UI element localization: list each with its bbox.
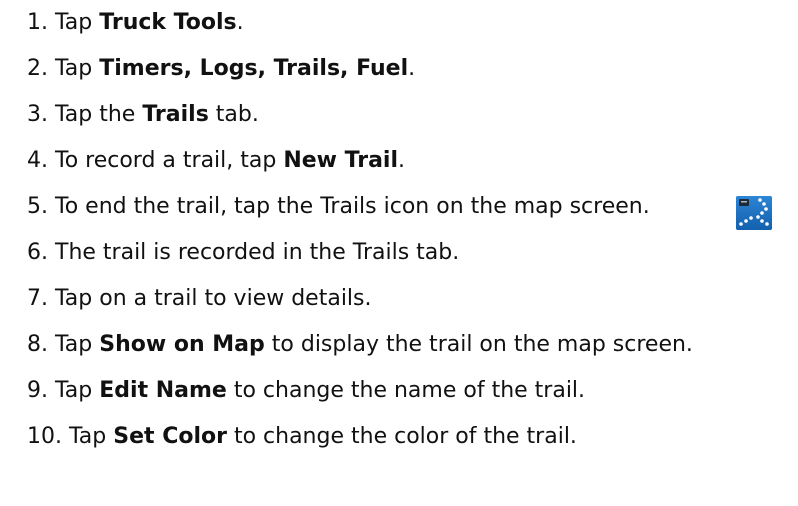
step-keyword-timers-logs-trails-fuel: Timers, Logs, Trails, Fuel xyxy=(99,56,409,81)
step-number: 10. xyxy=(27,424,62,449)
step-3: 3. Tap the Trails tab. xyxy=(27,92,259,138)
instruction-page: { "steps": [ {"num": "1.", "parts": [{"t… xyxy=(0,0,798,506)
step-number: 8. xyxy=(27,332,48,357)
step-9: 9. Tap Edit Name to change the name of t… xyxy=(27,368,585,414)
step-number: 3. xyxy=(27,102,48,127)
step-text: . xyxy=(398,148,406,173)
step-text: To record a trail, tap xyxy=(55,148,284,173)
step-text: . xyxy=(408,56,416,81)
step-number: 7. xyxy=(27,286,48,311)
step-text: Tap xyxy=(55,332,100,357)
trails-icon xyxy=(736,196,772,230)
trails-icon-graphic xyxy=(736,196,772,230)
step-number: 4. xyxy=(27,148,48,173)
step-text: Tap xyxy=(55,56,100,81)
step-text: Tap on a trail to view details. xyxy=(55,286,372,311)
step-text: Tap the xyxy=(55,102,143,127)
step-number: 5. xyxy=(27,194,48,219)
step-text: . xyxy=(236,10,244,35)
step-keyword-show-on-map: Show on Map xyxy=(99,332,265,357)
step-7: 7. Tap on a trail to view details. xyxy=(27,276,372,322)
step-keyword-edit-name: Edit Name xyxy=(99,378,227,403)
step-text: Tap xyxy=(69,424,114,449)
step-text: To end the trail, tap the Trails icon on… xyxy=(55,194,650,219)
step-keyword-truck-tools: Truck Tools xyxy=(99,10,237,35)
step-keyword-set-color: Set Color xyxy=(113,424,227,449)
step-2: 2. Tap Timers, Logs, Trails, Fuel. xyxy=(27,46,415,92)
step-text: to change the color of the trail. xyxy=(226,424,577,449)
step-text: The trail is recorded in the Trails tab. xyxy=(55,240,460,265)
step-text: to display the trail on the map screen. xyxy=(264,332,693,357)
step-text: Tap xyxy=(55,10,100,35)
step-text: Tap xyxy=(55,378,100,403)
step-10: 10. Tap Set Color to change the color of… xyxy=(27,414,577,460)
step-number: 1. xyxy=(27,10,48,35)
step-keyword-new-trail: New Trail xyxy=(283,148,399,173)
step-keyword-trails: Trails xyxy=(142,102,209,127)
step-text: to change the name of the trail. xyxy=(226,378,586,403)
step-number: 9. xyxy=(27,378,48,403)
step-number: 2. xyxy=(27,56,48,81)
step-6: 6. The trail is recorded in the Trails t… xyxy=(27,230,459,276)
step-4: 4. To record a trail, tap New Trail. xyxy=(27,138,405,184)
step-8: 8. Tap Show on Map to display the trail … xyxy=(27,322,693,368)
step-1: 1. Tap Truck Tools. xyxy=(27,0,244,46)
step-text: tab. xyxy=(208,102,259,127)
step-number: 6. xyxy=(27,240,48,265)
step-5: 5. To end the trail, tap the Trails icon… xyxy=(27,184,650,230)
